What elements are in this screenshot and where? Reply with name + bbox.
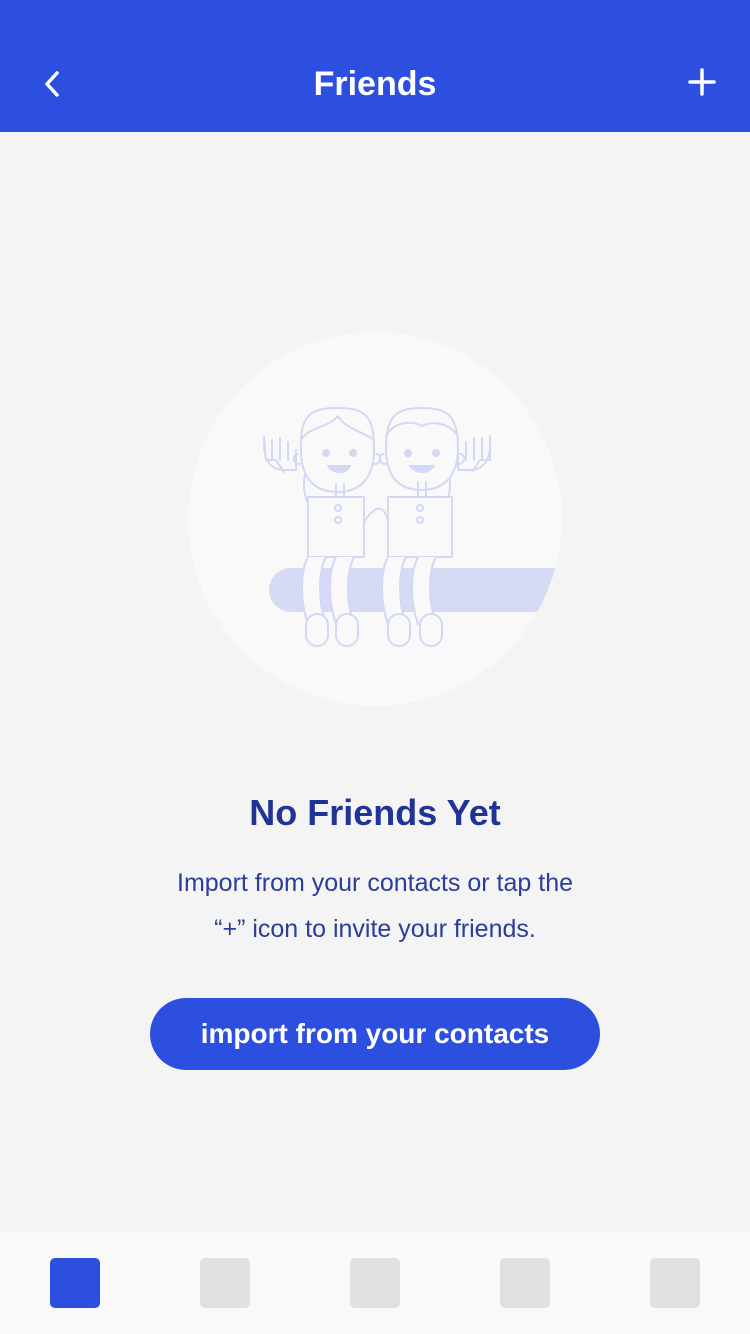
tab-3[interactable] <box>350 1258 400 1308</box>
plus-icon <box>688 68 716 96</box>
add-friend-button[interactable] <box>680 60 724 104</box>
tab-1[interactable] <box>50 1258 100 1308</box>
tab-4[interactable] <box>500 1258 550 1308</box>
import-contacts-button[interactable]: import from your contacts <box>150 998 600 1070</box>
header-bar: Friends <box>0 0 750 132</box>
description-line: “+” icon to invite your friends. <box>214 915 536 943</box>
tab-5[interactable] <box>650 1258 700 1308</box>
page-title: Friends <box>313 65 437 103</box>
empty-state-title: No Friends Yet <box>249 792 501 833</box>
two-friends-sitting-illustration <box>188 332 562 706</box>
description-line: Import from your contacts or tap the <box>177 869 573 897</box>
tab-bar <box>0 1231 750 1334</box>
empty-state-description: Import from your contacts or tap the “+”… <box>125 860 625 952</box>
tab-2[interactable] <box>200 1258 250 1308</box>
